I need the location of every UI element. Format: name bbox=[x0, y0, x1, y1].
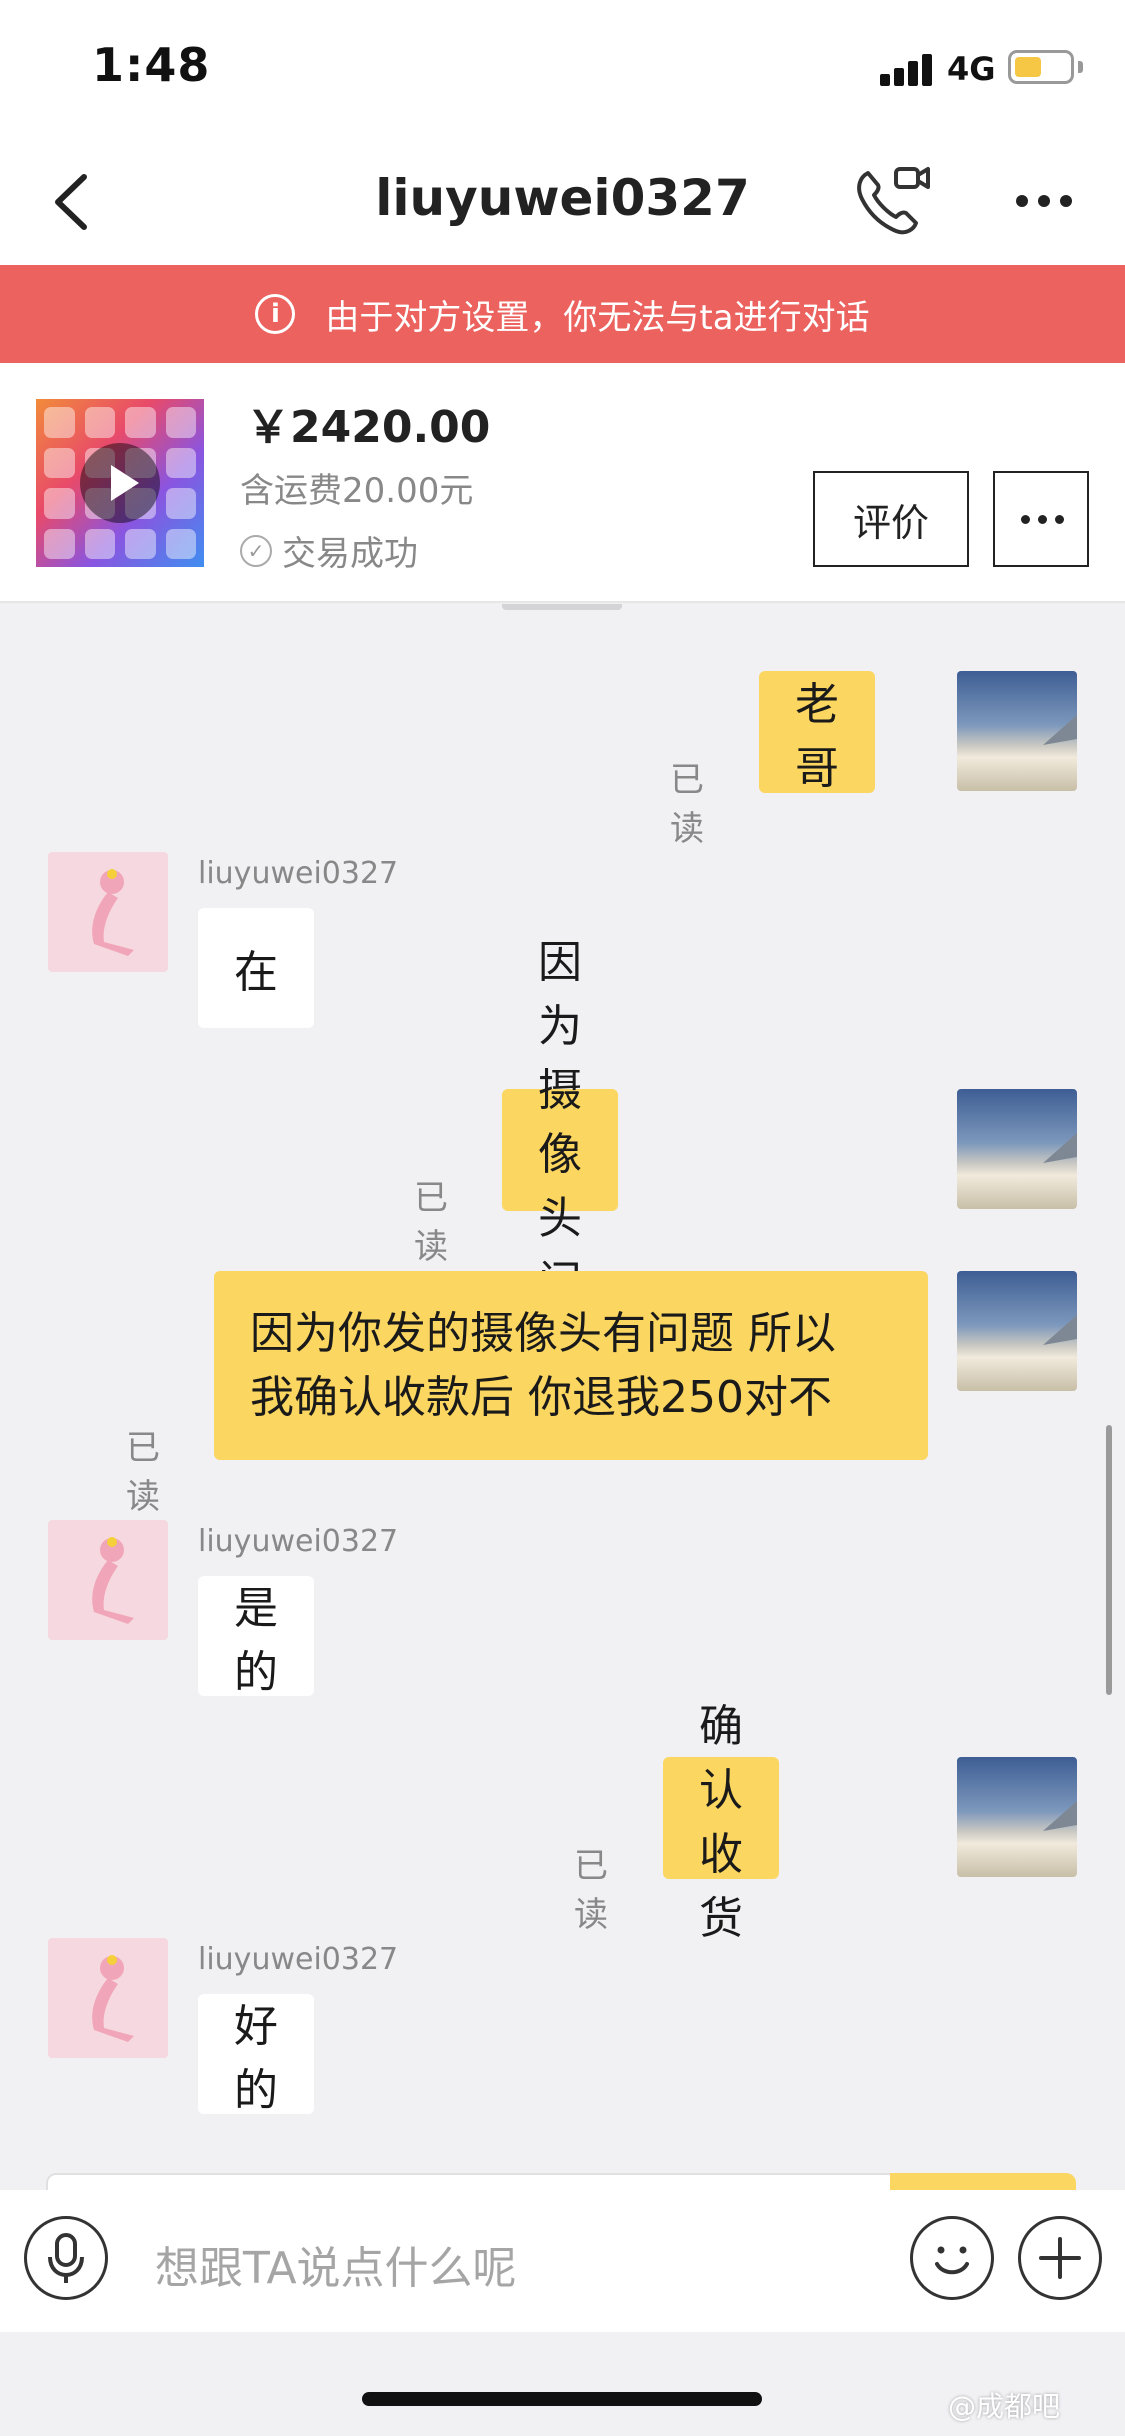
message-bubble[interactable]: 老哥 bbox=[759, 671, 875, 794]
message-bubble[interactable]: 是的 bbox=[198, 1576, 314, 1698]
scrollbar[interactable] bbox=[1106, 1425, 1112, 1695]
restriction-banner: i 由于对方设置，你无法与ta进行对话 bbox=[0, 265, 1125, 363]
status-bar: 1:48 4G bbox=[0, 0, 1125, 135]
info-icon: i bbox=[255, 294, 296, 334]
battery-icon bbox=[1008, 50, 1074, 84]
product-more-button[interactable] bbox=[993, 471, 1089, 567]
trade-status-text: 交易成功 bbox=[282, 534, 418, 574]
trade-status: ✓ 交易成功 bbox=[240, 526, 418, 575]
product-price: ￥2420.00 bbox=[246, 402, 491, 453]
sender-name: liuyuwei0327 bbox=[198, 856, 399, 891]
message-bubble[interactable]: 好的 bbox=[198, 1994, 314, 2116]
voice-button[interactable] bbox=[24, 2216, 108, 2300]
message-text: 好的 bbox=[234, 2001, 278, 2116]
contact-avatar[interactable] bbox=[48, 1520, 168, 1640]
pink-panther-icon bbox=[92, 1955, 134, 2042]
message-text: 在 bbox=[234, 947, 278, 998]
emoji-button[interactable] bbox=[910, 2216, 994, 2300]
status-time: 1:48 bbox=[92, 38, 211, 92]
smiley-icon bbox=[935, 2246, 969, 2275]
more-options-button[interactable] bbox=[1010, 175, 1080, 225]
chat-title: liuyuwei0327 bbox=[375, 169, 750, 227]
message-bubble[interactable]: 确认收货 bbox=[663, 1701, 779, 1944]
pink-panther-icon bbox=[92, 1537, 134, 1624]
message-bubble[interactable]: 因为摄像头问题 bbox=[502, 937, 618, 1372]
pink-panther-icon bbox=[92, 869, 134, 956]
product-card[interactable]: ￥2420.00 含运费20.00元 ✓ 交易成功 评价 bbox=[0, 363, 1125, 603]
my-avatar[interactable] bbox=[957, 671, 1077, 791]
message-bubble[interactable]: 在 bbox=[198, 908, 314, 1028]
contact-avatar[interactable] bbox=[48, 852, 168, 972]
home-indicator[interactable] bbox=[362, 2392, 762, 2406]
microphone-icon bbox=[48, 2233, 84, 2283]
pull-handle bbox=[502, 604, 622, 610]
message-text: 确认收货 bbox=[699, 1701, 743, 1944]
battery-tip bbox=[1078, 61, 1083, 73]
phone-video-icon bbox=[857, 167, 930, 235]
message-text: 老哥 bbox=[795, 679, 839, 794]
add-attachment-button[interactable] bbox=[1018, 2216, 1102, 2300]
sender-name: liuyuwei0327 bbox=[198, 1524, 399, 1559]
input-bar: 想跟TA说点什么呢 bbox=[0, 2190, 1125, 2332]
my-avatar[interactable] bbox=[957, 1757, 1077, 1877]
product-thumbnail[interactable] bbox=[36, 399, 204, 567]
read-status: 已读 bbox=[670, 760, 704, 849]
my-avatar[interactable] bbox=[957, 1271, 1077, 1391]
sender-name: liuyuwei0327 bbox=[198, 1942, 399, 1977]
read-status: 已读 bbox=[414, 1178, 448, 1267]
my-avatar[interactable] bbox=[957, 1089, 1077, 1209]
read-status: 已读 bbox=[574, 1846, 608, 1935]
message-text: 是的 bbox=[234, 1583, 278, 1698]
video-call-button[interactable] bbox=[850, 159, 932, 241]
check-circle-icon: ✓ bbox=[240, 534, 272, 567]
nav-bar: liuyuwei0327 bbox=[0, 135, 1125, 265]
review-button[interactable]: 评价 bbox=[813, 471, 969, 567]
read-status: 已读 bbox=[126, 1428, 160, 1517]
message-bubble[interactable]: 因为你发的摄像头有问题 所以 我确认收款后 你退我250对不 bbox=[214, 1271, 928, 1460]
signal-icon bbox=[880, 52, 936, 86]
message-text-line-2: 我确认收款后 你退我250对不 bbox=[250, 1371, 832, 1423]
contact-avatar[interactable] bbox=[48, 1938, 168, 2058]
shipping-fee: 含运费20.00元 bbox=[240, 471, 474, 511]
plus-icon bbox=[1039, 2237, 1081, 2279]
message-text-line-1: 因为你发的摄像头有问题 所以 bbox=[250, 1307, 836, 1359]
network-type: 4G bbox=[947, 50, 996, 88]
message-input[interactable]: 想跟TA说点什么呢 bbox=[155, 2232, 517, 2296]
watermark: @成都吧 bbox=[948, 2390, 1061, 2423]
banner-text: 由于对方设置，你无法与ta进行对话 bbox=[325, 297, 870, 338]
play-icon[interactable] bbox=[80, 443, 160, 523]
